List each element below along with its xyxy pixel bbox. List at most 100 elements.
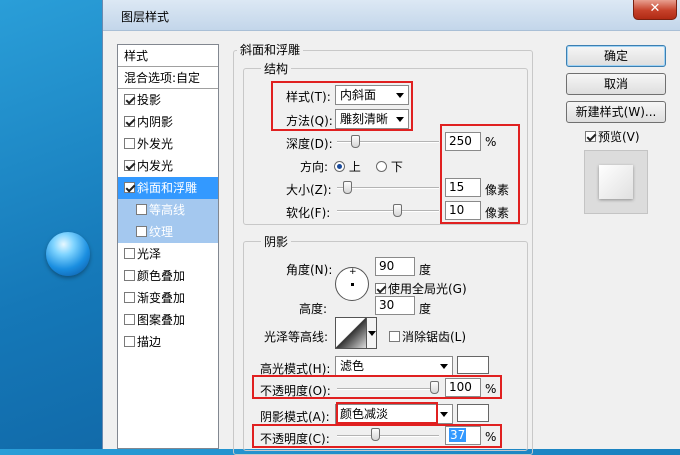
checkbox-icon[interactable] (124, 314, 135, 325)
style-list-item-label: 描边 (137, 335, 162, 349)
preview-thumbnail (584, 150, 648, 214)
style-list-item[interactable]: 斜面和浮雕 (118, 177, 218, 199)
altitude-input[interactable]: 30 (375, 296, 415, 315)
style-list-item-label: 光泽 (137, 247, 162, 261)
altitude-unit: 度 (419, 302, 432, 316)
checkbox-checked-icon[interactable] (124, 94, 135, 105)
chevron-down-icon (368, 331, 376, 336)
direction-down-option[interactable]: 下 (376, 158, 403, 175)
highlight-opacity-highlight (252, 375, 502, 399)
checkbox-icon[interactable] (124, 248, 135, 259)
style-list-item[interactable]: 图案叠加 (118, 309, 218, 331)
direction-up-label: 上 (348, 160, 361, 174)
style-list-item-label: 外发光 (137, 137, 174, 151)
size-slider-track (337, 187, 439, 189)
style-list-item[interactable]: 纹理 (118, 221, 218, 243)
cancel-button[interactable]: 取消 (566, 73, 666, 95)
checkbox-checked-icon[interactable] (124, 116, 135, 127)
style-list-item-label: 图案叠加 (137, 313, 186, 327)
ok-button[interactable]: 确定 (566, 45, 666, 67)
depth-label: 深度(D): (286, 137, 333, 151)
direction-up-option[interactable]: 上 (334, 158, 361, 175)
direction-label: 方向: (300, 160, 329, 174)
new-style-button[interactable]: 新建样式(W)... (566, 101, 666, 123)
highlight-mode-value: 滤色 (340, 359, 365, 373)
shadow-opacity-highlight (252, 424, 502, 448)
style-list-item[interactable]: 投影 (118, 89, 218, 111)
shadow-mode-highlight (336, 402, 438, 424)
angle-label: 角度(N): (286, 263, 333, 277)
style-technique-highlight (271, 81, 413, 131)
style-list-item[interactable]: 颜色叠加 (118, 265, 218, 287)
highlight-color-swatch[interactable] (457, 356, 489, 374)
style-list: 样式 混合选项:自定 投影内阴影外发光内发光斜面和浮雕等高线纹理光泽颜色叠加渐变… (117, 44, 219, 449)
style-list-item-label: 等高线 (149, 203, 186, 217)
bevel-emboss-title: 斜面和浮雕 (237, 41, 304, 58)
angle-input[interactable]: 90 (375, 257, 415, 276)
style-list-item-label: 渐变叠加 (137, 291, 186, 305)
soften-slider-thumb[interactable] (392, 204, 402, 217)
desktop-sphere-icon (46, 232, 90, 276)
checkbox-icon[interactable] (124, 292, 135, 303)
direction-down-label: 下 (390, 160, 403, 174)
gloss-contour-label: 光泽等高线: (264, 330, 329, 344)
blending-options-item[interactable]: 混合选项:自定 (118, 67, 218, 89)
style-list-item-label: 内发光 (137, 159, 174, 173)
checkbox-icon[interactable] (136, 204, 147, 215)
window-title: 图层样式 (121, 10, 170, 24)
soften-label: 软化(F): (286, 206, 331, 220)
style-list-item[interactable]: 内发光 (118, 155, 218, 177)
title-bar: 图层样式 ✕ (103, 0, 680, 31)
dial-center-icon (351, 283, 354, 286)
radio-selected-icon (334, 161, 345, 172)
checkbox-icon[interactable] (124, 336, 135, 347)
checkbox-icon[interactable] (124, 270, 135, 281)
chevron-down-icon (440, 364, 448, 369)
style-list-item[interactable]: 光泽 (118, 243, 218, 265)
checkbox-checked-icon (375, 283, 386, 294)
checkbox-checked-icon[interactable] (124, 160, 135, 171)
altitude-label: 高度: (299, 302, 328, 316)
style-list-item[interactable]: 内阴影 (118, 111, 218, 133)
radio-icon (376, 161, 387, 172)
style-list-item-label: 颜色叠加 (137, 269, 186, 283)
size-label: 大小(Z): (286, 183, 332, 197)
checkbox-checked-icon[interactable] (124, 182, 135, 193)
close-button[interactable]: ✕ (633, 0, 677, 20)
style-list-item[interactable]: 描边 (118, 331, 218, 353)
antialias-option[interactable]: 消除锯齿(L) (389, 328, 466, 345)
shadow-mode-label: 阴影模式(A): (260, 410, 330, 424)
size-slider-thumb[interactable] (342, 181, 352, 194)
style-list-item[interactable]: 外发光 (118, 133, 218, 155)
structure-title: 结构 (261, 60, 292, 77)
style-list-item-label: 内阴影 (137, 115, 174, 129)
structure-values-highlight (440, 124, 520, 224)
angle-dial[interactable]: + (335, 267, 369, 301)
highlight-mode-dropdown[interactable]: 滤色 (335, 356, 453, 376)
antialias-label: 消除锯齿(L) (402, 330, 467, 344)
layer-style-dialog: 图层样式 ✕ 样式 混合选项:自定 投影 内阴影 外发光 内发光 斜面和浮雕 等高线 纹理光… (102, 0, 680, 455)
chevron-down-icon (440, 412, 448, 417)
checkbox-checked-icon (585, 131, 596, 142)
style-list-item-label: 纹理 (149, 225, 174, 239)
preview-label: 预览(V) (598, 130, 640, 144)
angle-unit: 度 (419, 263, 432, 277)
gloss-contour-dropdown[interactable] (367, 317, 377, 349)
checkbox-icon (389, 331, 400, 342)
global-light-option[interactable]: 使用全局光(G) (375, 280, 467, 297)
soften-slider-track (337, 210, 439, 212)
style-list-item[interactable]: 渐变叠加 (118, 287, 218, 309)
depth-slider-thumb[interactable] (350, 135, 360, 148)
style-list-item-label: 投影 (137, 93, 162, 107)
preview-option[interactable]: 预览(V) (585, 128, 640, 145)
gloss-contour-picker[interactable] (335, 317, 367, 349)
checkbox-icon[interactable] (124, 138, 135, 149)
shading-title: 阴影 (261, 233, 292, 250)
style-list-item[interactable]: 等高线 (118, 199, 218, 221)
checkbox-icon[interactable] (136, 226, 147, 237)
crosshair-icon: + (349, 267, 357, 277)
global-light-label: 使用全局光(G) (388, 282, 467, 296)
shadow-color-swatch[interactable] (457, 404, 489, 422)
style-list-header: 样式 (118, 45, 218, 67)
preview-swatch-icon (599, 165, 633, 199)
